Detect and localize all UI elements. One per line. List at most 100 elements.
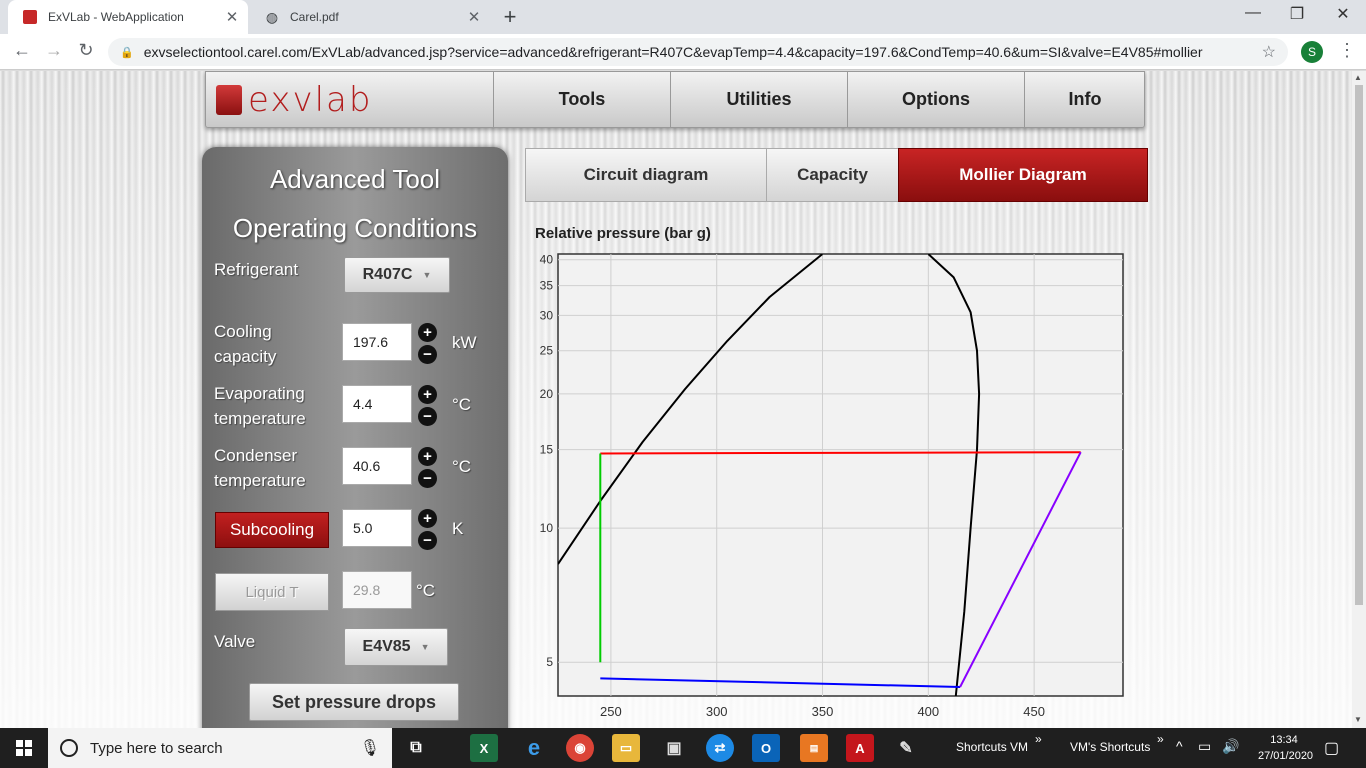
subcooling-button[interactable]: Subcooling — [215, 512, 329, 548]
subcooling-minus-button[interactable]: − — [418, 531, 437, 550]
paint-icon[interactable]: ✎ — [892, 734, 920, 762]
liquid-t-input: 29.8 — [342, 571, 412, 609]
lock-icon: 🔒 — [120, 46, 134, 59]
file-explorer-icon[interactable]: ▭ — [612, 734, 640, 762]
chevron-right-icon[interactable]: » — [1157, 732, 1164, 746]
capacity-label: Cooling capacity — [214, 319, 276, 369]
close-tab-icon[interactable]: ✕ — [464, 8, 484, 26]
clock-time: 13:34 — [1270, 734, 1298, 746]
capacity-minus-button[interactable]: − — [418, 345, 437, 364]
minimize-icon[interactable]: — — [1230, 4, 1276, 22]
exvlab-favicon-icon — [22, 9, 38, 25]
browser-menu-icon[interactable]: ⋮ — [1338, 40, 1356, 61]
refrigerant-select[interactable]: R407C ▼ — [344, 257, 450, 293]
scroll-thumb[interactable] — [1355, 85, 1363, 605]
subcooling-plus-button[interactable]: + — [418, 509, 437, 528]
browser-tab-carel-pdf[interactable]: ◍ Carel.pdf ✕ — [250, 0, 490, 34]
evap-label: Evaporating temperature — [214, 381, 306, 431]
plot-area — [557, 253, 1124, 697]
liquid-t-button[interactable]: Liquid T — [215, 573, 329, 611]
forward-arrow-icon[interactable]: → — [42, 40, 66, 61]
evap-plus-button[interactable]: + — [418, 385, 437, 404]
web-page: exvlab Tools Utilities Options Info Adva… — [0, 71, 1352, 728]
microphone-icon[interactable]: 🎙 — [360, 738, 380, 758]
service-app-icon[interactable]: ▤ — [800, 734, 828, 762]
chrome-icon[interactable]: ◉ — [566, 734, 594, 762]
evap-label-line1: Evaporating — [214, 384, 305, 403]
operating-conditions-panel: Advanced Tool Operating Conditions Refri… — [202, 147, 508, 728]
chevron-right-icon[interactable]: » — [1035, 732, 1042, 746]
search-circle-icon — [60, 739, 78, 757]
maximize-icon[interactable]: ❐ — [1274, 4, 1320, 24]
menu-utilities[interactable]: Utilities — [670, 72, 847, 127]
browser-tab-title: ExVLab - WebApplication — [48, 10, 184, 24]
scroll-up-icon[interactable]: ▲ — [1354, 73, 1362, 82]
capacity-plus-button[interactable]: + — [418, 323, 437, 342]
back-arrow-icon[interactable]: ← — [10, 40, 34, 61]
close-window-icon[interactable]: ✕ — [1320, 4, 1366, 24]
evap-temp-input[interactable]: 4.4 — [342, 385, 412, 423]
app-header: exvlab Tools Utilities Options Info — [205, 71, 1145, 128]
notifications-icon[interactable]: ▢ — [1324, 738, 1339, 758]
mollier-chart: Relative pressure (bar g) 250 300 350 400 45… — [525, 219, 1145, 728]
valve-label: Valve — [214, 632, 256, 651]
y-tick-label: 20 — [540, 387, 554, 401]
new-tab-icon[interactable]: + — [498, 4, 522, 30]
url-text: exvselectiontool.carel.com/ExVLab/advanc… — [143, 44, 1203, 60]
subcooling-unit: K — [452, 519, 464, 538]
bookmark-star-icon[interactable]: ☆ — [1262, 42, 1276, 62]
volume-icon[interactable]: 🔊 — [1222, 738, 1239, 755]
logo-text: exvlab — [248, 80, 373, 120]
tab-capacity[interactable]: Capacity — [766, 148, 899, 202]
cond-temp-input[interactable]: 40.6 — [342, 447, 412, 485]
browser-tab-exvlab[interactable]: ExVLab - WebApplication ✕ — [8, 0, 248, 34]
exvlab-logo[interactable]: exvlab — [216, 80, 372, 120]
url-field[interactable]: 🔒 exvselectiontool.carel.com/ExVLab/adva… — [108, 38, 1288, 66]
network-icon[interactable]: ▭ — [1198, 738, 1211, 755]
excel-icon[interactable]: X — [470, 734, 498, 762]
acrobat-icon[interactable]: A — [846, 734, 874, 762]
view-tabs: Circuit diagram Capacity Mollier Diagram — [525, 148, 1148, 202]
edge-icon[interactable]: e — [520, 734, 548, 762]
mollier-chart-svg: Relative pressure (bar g) 250 300 350 400 45… — [535, 225, 1124, 719]
subcooling-input[interactable]: 5.0 — [342, 509, 412, 547]
tab-circuit-diagram[interactable]: Circuit diagram — [525, 148, 767, 202]
taskbar-search-box[interactable]: Type here to search 🎙 — [48, 728, 392, 768]
search-placeholder: Type here to search — [90, 739, 223, 757]
tab-mollier-diagram[interactable]: Mollier Diagram — [898, 148, 1148, 202]
capacity-input[interactable]: 197.6 — [342, 323, 412, 361]
series-line-2 — [600, 451, 1081, 455]
cond-minus-button[interactable]: − — [418, 469, 437, 488]
evap-minus-button[interactable]: − — [418, 407, 437, 426]
taskbar-vms-shortcuts[interactable]: VM's Shortcuts — [1070, 740, 1150, 754]
valve-value: E4V85 — [362, 638, 411, 655]
y-axis-label: Relative pressure (bar g) — [535, 225, 711, 242]
task-view-icon[interactable]: ⧉ — [402, 734, 430, 762]
menu-info[interactable]: Info — [1024, 72, 1145, 127]
evap-unit: °C — [452, 395, 472, 414]
browser-tab-bar: ExVLab - WebApplication ✕ ◍ Carel.pdf ✕ … — [0, 0, 1366, 34]
remote-desktop-icon[interactable]: ▣ — [660, 734, 688, 762]
refrigerant-label: Refrigerant — [214, 260, 299, 279]
close-tab-icon[interactable]: ✕ — [222, 8, 242, 26]
menu-options[interactable]: Options — [847, 72, 1024, 127]
cond-label-line1: Condenser — [214, 446, 298, 465]
teamviewer-icon[interactable]: ⇄ — [706, 734, 734, 762]
windows-start-icon[interactable] — [0, 728, 48, 768]
profile-avatar[interactable]: S — [1301, 41, 1323, 63]
set-pressure-drops-button[interactable]: Set pressure drops — [249, 683, 459, 721]
menu-tools[interactable]: Tools — [493, 72, 670, 127]
valve-select[interactable]: E4V85 ▼ — [344, 628, 448, 666]
page-scrollbar[interactable]: ▲ ▼ — [1352, 71, 1366, 728]
reload-icon[interactable]: ↻ — [74, 40, 98, 61]
taskbar-shortcuts-vm[interactable]: Shortcuts VM — [956, 740, 1028, 754]
capacity-label-line1: Cooling — [214, 322, 272, 341]
cond-label-line2: temperature — [214, 471, 306, 490]
clock-date: 27/01/2020 — [1258, 750, 1314, 762]
taskbar-clock[interactable]: 13:34 27/01/2020 — [1258, 732, 1314, 764]
scroll-down-icon[interactable]: ▼ — [1354, 715, 1362, 724]
cond-plus-button[interactable]: + — [418, 447, 437, 466]
outlook-icon[interactable]: O — [752, 734, 780, 762]
x-tick-label: 400 — [917, 704, 939, 719]
tray-chevron-up-icon[interactable]: ^ — [1176, 738, 1183, 754]
